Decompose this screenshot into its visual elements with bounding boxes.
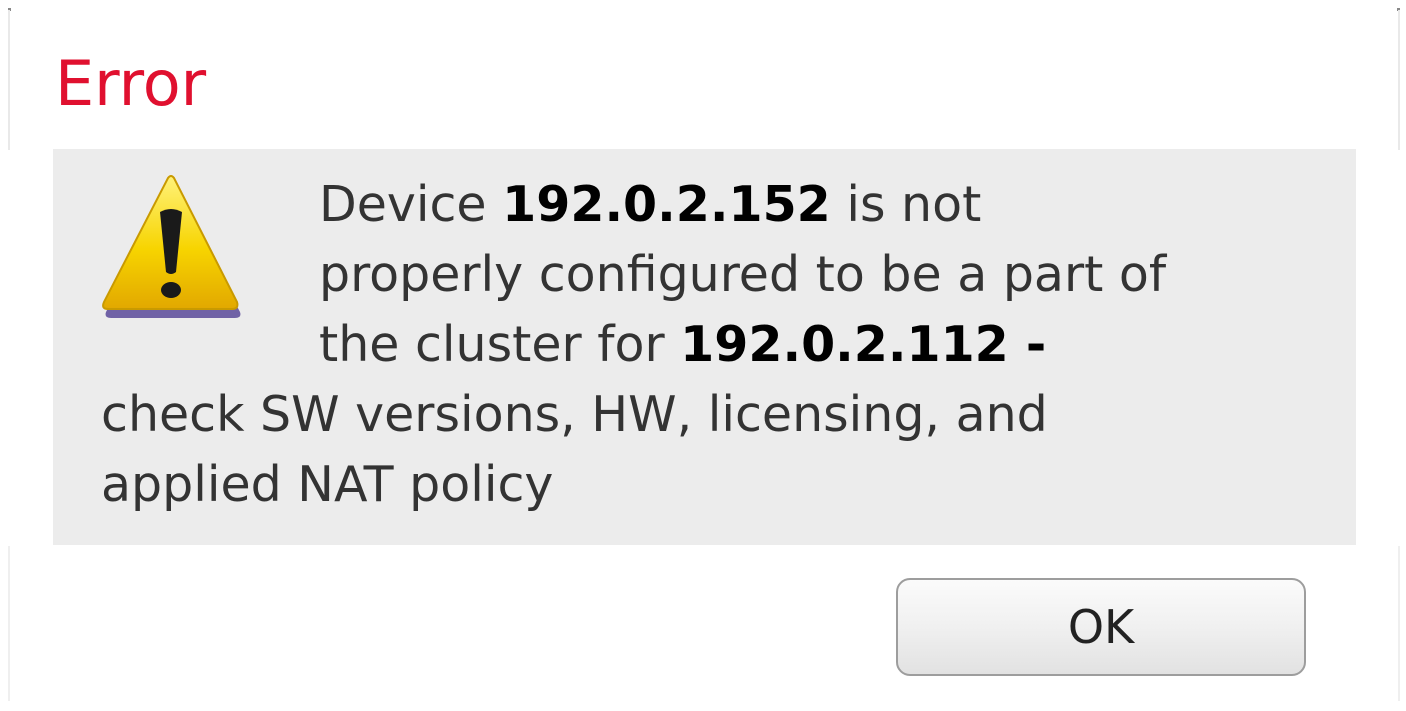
message-line-3: the cluster for 192.0.2.112 - xyxy=(319,310,1046,380)
error-dialog: Error Device 192.0.2.152 is not properly… xyxy=(0,0,1406,711)
window-edge xyxy=(1398,546,1400,701)
message-text: the cluster for xyxy=(319,316,681,373)
message-line-2: properly configured to be a part of xyxy=(319,246,1167,303)
window-edge xyxy=(8,546,10,701)
window-edge xyxy=(1398,10,1400,150)
message-line-4: check SW versions, HW, licensing, and xyxy=(101,386,1048,443)
message-line-5: applied NAT policy xyxy=(101,456,554,513)
window-edge xyxy=(8,10,10,150)
ok-button[interactable]: OK xyxy=(896,578,1306,676)
message-text: is not xyxy=(830,176,982,233)
dialog-title: Error xyxy=(55,47,207,120)
device-ip: 192.0.2.152 xyxy=(502,176,831,233)
message-line-1: Device 192.0.2.152 is not xyxy=(319,170,981,240)
warning-icon xyxy=(102,175,241,318)
cluster-ip: 192.0.2.112 - xyxy=(680,316,1047,373)
message-text: Device xyxy=(319,176,503,233)
